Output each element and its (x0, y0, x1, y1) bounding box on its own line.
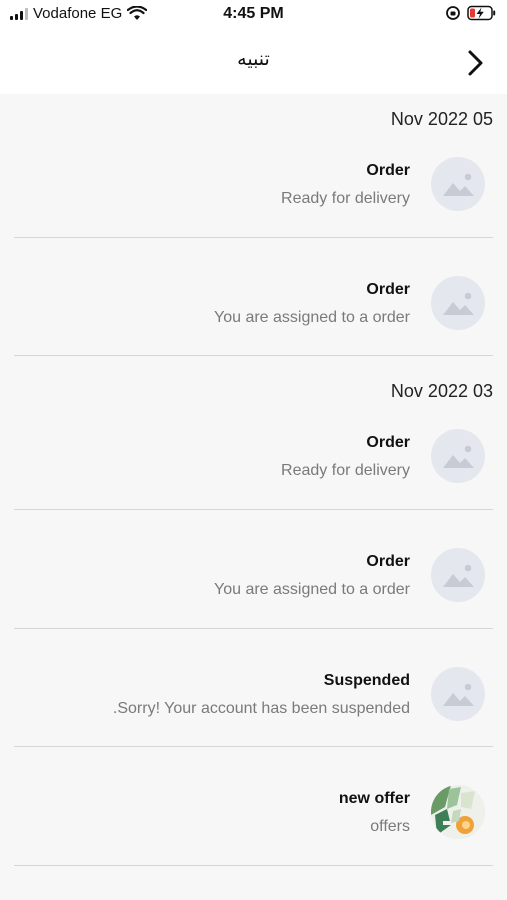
notification-list: Nov 2022 05 Order Ready for delivery Ord… (0, 94, 507, 900)
battery-charging-icon (467, 5, 496, 21)
notification-title: Order (366, 281, 410, 298)
nav-bar: تنبيه (0, 30, 507, 94)
notification-item[interactable]: Order Ready for delivery (0, 140, 507, 258)
date-header: Nov 2022 05 (390, 109, 493, 129)
page-title: تنبيه (237, 48, 270, 70)
notification-title: Order (366, 553, 410, 570)
status-right (445, 5, 497, 21)
divider (14, 509, 493, 510)
notification-item[interactable]: Order You are assigned to a order (0, 531, 507, 649)
offer-photo (431, 785, 485, 839)
notification-title: Order (366, 434, 410, 451)
divider (14, 865, 493, 866)
notification-body: Ready for delivery (281, 190, 410, 207)
notification-title: Order (366, 162, 410, 179)
notification-body: You are assigned to a order (214, 581, 410, 598)
notification-body: .Sorry! Your account has been suspended (112, 700, 410, 717)
notification-body: You are assigned to a order (214, 309, 410, 326)
notification-item[interactable]: Suspended .Sorry! Your account has been … (0, 650, 507, 768)
notification-item[interactable]: Order You are assigned to a order (0, 259, 507, 377)
orientation-lock-icon (446, 6, 460, 20)
divider (14, 355, 493, 356)
chevron-right-icon[interactable] (463, 48, 487, 78)
date-header: Nov 2022 03 (390, 381, 493, 401)
notification-item[interactable]: Order Ready for delivery (0, 412, 507, 530)
notification-title: Suspended (323, 672, 410, 689)
notification-title: new offer (338, 790, 410, 807)
status-bar: Vodafone EG 4:45 PM (0, 0, 507, 30)
placeholder-image-icon (431, 429, 485, 483)
notification-body: offers (370, 818, 410, 835)
divider (14, 746, 493, 747)
notification-item[interactable]: new offer offers (0, 768, 507, 886)
notification-body: Ready for delivery (281, 462, 410, 479)
placeholder-image-icon (431, 157, 485, 211)
divider (14, 628, 493, 629)
placeholder-image-icon (431, 276, 485, 330)
status-time: 4:45 PM (223, 5, 284, 22)
placeholder-image-icon (431, 548, 485, 602)
divider (14, 237, 493, 238)
placeholder-image-icon (431, 667, 485, 721)
